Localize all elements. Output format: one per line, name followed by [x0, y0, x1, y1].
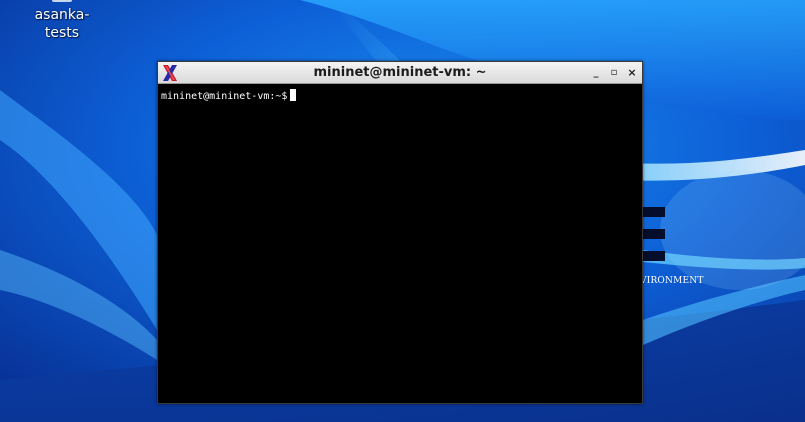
- minimize-button[interactable]: _: [588, 65, 604, 81]
- desktop-icon-label: asanka- tests: [18, 6, 106, 42]
- terminal-prompt-line: mininet@mininet-vm:~$: [161, 89, 297, 104]
- window-titlebar[interactable]: mininet@mininet-vm: ~ _ ▫ ×: [158, 62, 642, 84]
- close-button[interactable]: ×: [624, 65, 640, 81]
- terminal-window[interactable]: mininet@mininet-vm: ~ _ ▫ × mininet@mini…: [157, 61, 643, 404]
- brand-logo-bar: [642, 229, 665, 239]
- maximize-button[interactable]: ▫: [606, 65, 622, 81]
- folder-icon: [52, 0, 72, 2]
- brand-logo-bar: [642, 251, 665, 261]
- text-cursor: [290, 89, 297, 101]
- desktop-icon-label-line2: tests: [44, 25, 80, 41]
- desktop-icon-label-line1: asanka-: [34, 7, 90, 23]
- brand-logo-text: VIRONMENT: [640, 276, 704, 286]
- wallpaper-brand-logo: VIRONMENT: [640, 205, 703, 295]
- terminal-area[interactable]: mininet@mininet-vm:~$: [158, 84, 642, 403]
- shell-prompt: mininet@mininet-vm:~$: [161, 91, 288, 102]
- window-title: mininet@mininet-vm: ~: [313, 65, 487, 80]
- brand-logo-bar: [642, 207, 665, 217]
- desktop: asanka- tests VIRONMENT mininet@mininet-…: [0, 0, 805, 422]
